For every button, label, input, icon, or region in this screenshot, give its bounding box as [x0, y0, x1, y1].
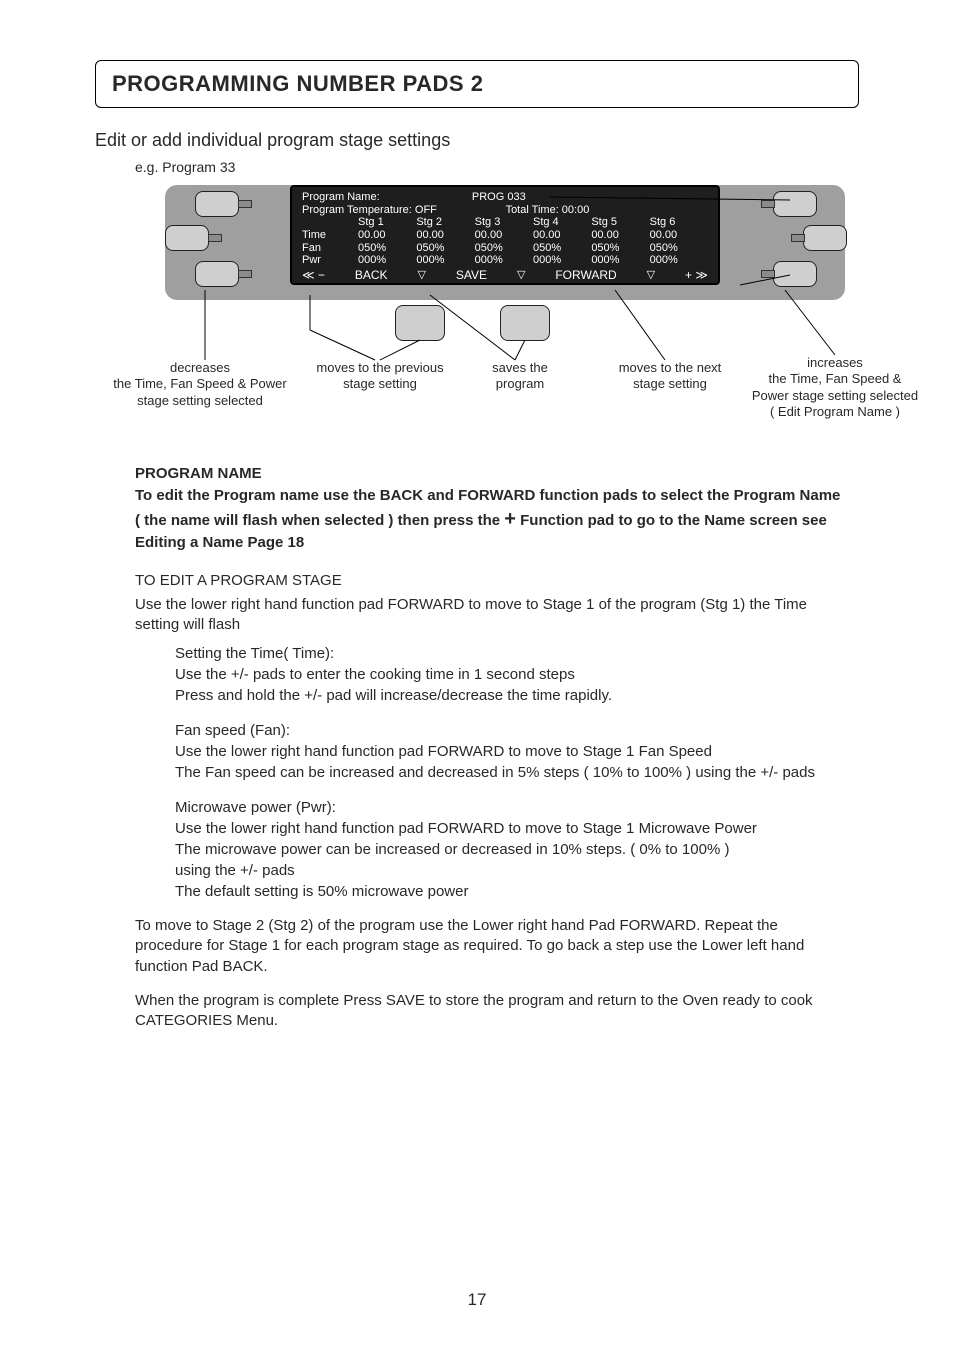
display-prog-temp: Program Temperature: OFF	[302, 204, 437, 217]
annotation-save: saves the program	[460, 360, 580, 393]
back-label: BACK	[355, 269, 388, 283]
fan-block: Fan speed (Fan): Use the lower right han…	[175, 720, 849, 783]
display-total-time: Total Time: 00:00	[506, 204, 590, 217]
bar	[791, 234, 805, 242]
display-cell: 050%	[533, 242, 591, 255]
edit-stage-heading: TO EDIT A PROGRAM STAGE	[135, 572, 849, 589]
annotation-next: moves to the next stage setting	[590, 360, 750, 393]
program-name-para: To edit the Program name use the BACK an…	[135, 486, 849, 554]
annotation-previous: moves to the previous stage setting	[300, 360, 460, 393]
body-text: PROGRAM NAME To edit the Program name us…	[135, 465, 849, 1031]
pwr-block: Microwave power (Pwr): Use the lower rig…	[175, 797, 849, 902]
minus-back-icon: ≪ −	[302, 269, 325, 283]
pad-bottom-left[interactable]	[195, 261, 239, 287]
display-time-label: Time	[302, 229, 358, 242]
display-cell: 00.00	[650, 229, 708, 242]
forward-label: FORWARD	[555, 269, 616, 283]
display-cell: 000%	[650, 254, 708, 267]
display-fan-label: Fan	[302, 242, 358, 255]
pad-bottom-center-right[interactable]	[500, 305, 550, 341]
display-pwr-label: Pwr	[302, 254, 358, 267]
display-cell: 050%	[591, 242, 649, 255]
display-prog-name-value: PROG 033	[472, 191, 526, 204]
display-cell: 050%	[358, 242, 416, 255]
bar	[238, 270, 252, 278]
bar	[761, 270, 775, 278]
pad-mid-left[interactable]	[165, 225, 209, 251]
display-cell: 000%	[533, 254, 591, 267]
display-cell: Stg 1	[358, 216, 416, 229]
display-cell: Stg 2	[416, 216, 474, 229]
page-title: PROGRAMMING NUMBER PADS 2	[112, 71, 842, 97]
display-cell: 00.00	[475, 229, 533, 242]
display-cell: Stg 4	[533, 216, 591, 229]
display-cell: 00.00	[591, 229, 649, 242]
bar	[208, 234, 222, 242]
display-cell: 000%	[591, 254, 649, 267]
display-cell: 050%	[416, 242, 474, 255]
edit-stage-para: Use the lower right hand function pad FO…	[135, 595, 849, 636]
control-panel-diagram: Program Name: PROG 033 Program Temperatu…	[120, 175, 870, 445]
pad-mid-right[interactable]	[803, 225, 847, 251]
time-block: Setting the Time( Time): Use the +/- pad…	[175, 643, 849, 706]
section-subhead: Edit or add individual program stage set…	[95, 130, 859, 151]
page-heading-box: PROGRAMMING NUMBER PADS 2	[95, 60, 859, 108]
display-cell: 00.00	[358, 229, 416, 242]
page-number: 17	[0, 1290, 954, 1310]
save-label: SAVE	[456, 269, 487, 283]
display-cell: 000%	[475, 254, 533, 267]
display-cell: 00.00	[533, 229, 591, 242]
display-cell: 050%	[475, 242, 533, 255]
bar	[238, 200, 252, 208]
display-prog-name-label: Program Name:	[302, 191, 380, 204]
display-cell: 000%	[358, 254, 416, 267]
display-cell: Stg 6	[650, 216, 708, 229]
annotation-decrease: decreases the Time, Fan Speed & Power st…	[90, 360, 310, 409]
annotation-increase: increases the Time, Fan Speed & Power st…	[745, 355, 925, 420]
display-cell: 00.00	[416, 229, 474, 242]
panel-body: Program Name: PROG 033 Program Temperatu…	[165, 185, 845, 300]
display-cell: 000%	[416, 254, 474, 267]
plus-fwd-icon: + ≫	[685, 269, 708, 283]
example-label: e.g. Program 33	[135, 159, 859, 175]
tail-para-2: When the program is complete Press SAVE …	[135, 991, 849, 1032]
bar	[761, 200, 775, 208]
pad-top-left[interactable]	[195, 191, 239, 217]
oven-display: Program Name: PROG 033 Program Temperatu…	[290, 185, 720, 285]
display-cell: 050%	[650, 242, 708, 255]
tail-para-1: To move to Stage 2 (Stg 2) of the progra…	[135, 916, 849, 977]
pad-bottom-center-left[interactable]	[395, 305, 445, 341]
display-cell: Stg 3	[475, 216, 533, 229]
plus-icon: +	[504, 508, 516, 530]
display-cell: Stg 5	[591, 216, 649, 229]
pad-bottom-right[interactable]	[773, 261, 817, 287]
program-name-heading: PROGRAM NAME	[135, 465, 849, 482]
pad-top-right[interactable]	[773, 191, 817, 217]
